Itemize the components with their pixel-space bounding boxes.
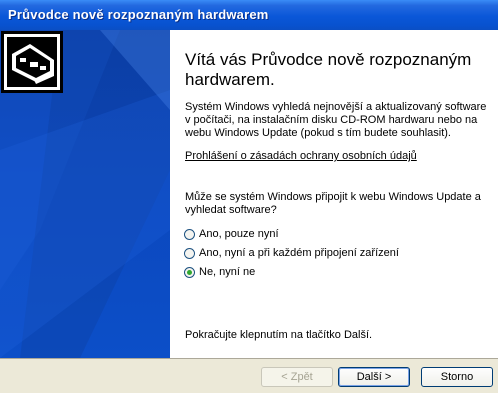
wizard-side-panel [0,30,170,358]
window-titlebar[interactable]: Průvodce nově rozpoznaným hardwarem [0,0,498,30]
back-button[interactable]: < Zpět [261,367,333,387]
option-no-not-now[interactable]: Ne, nyní ne [184,264,255,280]
hardware-card-icon [1,31,63,93]
wizard-heading: Vítá vás Průvodce nově rozpoznaným hardw… [185,50,472,89]
option-label: Ano, pouze nyní [199,228,279,240]
radio-button-selected[interactable] [184,266,195,278]
wizard-description: Systém Windows vyhledá nejnovější a aktu… [185,101,487,139]
wizard-button-bar: < Zpět Další > Storno [0,358,498,393]
option-label: Ano, nyní a při každém připojení zařízen… [199,247,399,259]
option-yes-always[interactable]: Ano, nyní a při každém připojení zařízen… [184,245,399,261]
radio-button[interactable] [184,228,195,240]
cancel-button[interactable]: Storno [421,367,493,387]
update-question: Může se systém Windows připojit k webu W… [185,191,481,216]
option-label: Ne, nyní ne [199,266,256,278]
continue-instruction: Pokračujte klepnutím na tlačítko Další. [185,329,373,341]
privacy-link[interactable]: Prohlášení o zásadách ochrany osobních ú… [185,150,417,162]
wizard-content: Vítá vás Průvodce nově rozpoznaným hardw… [170,30,498,358]
window-title: Průvodce nově rozpoznaným hardwarem [8,7,269,22]
next-button[interactable]: Další > [338,367,410,387]
option-yes-now-only[interactable]: Ano, pouze nyní [184,226,279,242]
radio-button[interactable] [184,247,195,259]
